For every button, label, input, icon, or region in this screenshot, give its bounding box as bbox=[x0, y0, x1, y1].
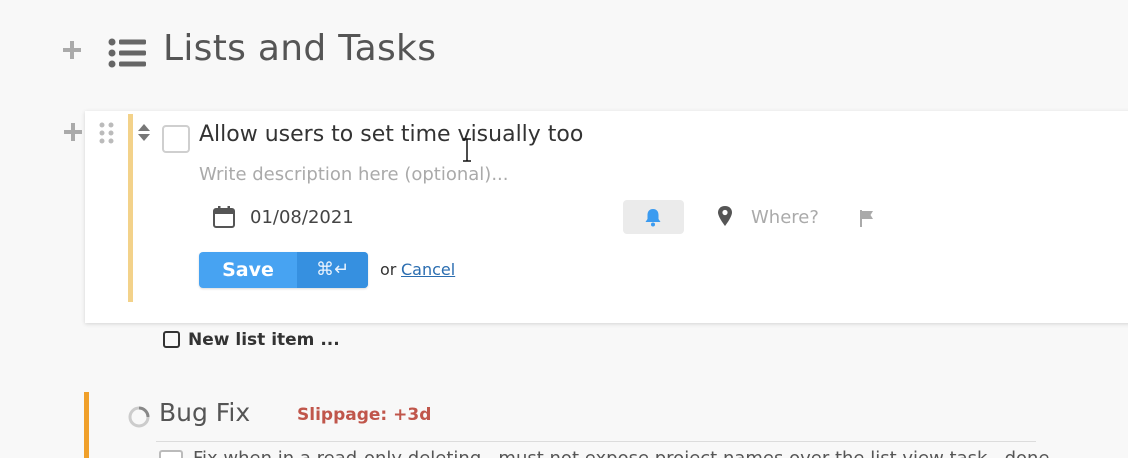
task-checkbox[interactable] bbox=[162, 125, 190, 153]
task-title-input[interactable]: Allow users to set time visually too bbox=[199, 122, 583, 147]
divider bbox=[156, 441, 1036, 442]
task-description-input[interactable] bbox=[199, 164, 599, 185]
cancel-link[interactable]: Cancel bbox=[401, 260, 455, 279]
save-button[interactable]: Save ⌘↵ bbox=[199, 252, 368, 288]
new-item-checkbox-icon bbox=[163, 331, 180, 348]
bell-icon bbox=[645, 209, 661, 227]
map-pin-icon[interactable] bbox=[716, 205, 734, 227]
location-input[interactable] bbox=[751, 207, 841, 228]
list-title-bug-fix[interactable]: Bug Fix bbox=[159, 398, 250, 427]
page: Lists and Tasks Allow users to set time … bbox=[0, 0, 1128, 458]
drag-handle-icon[interactable] bbox=[99, 122, 115, 144]
add-list-plus-icon[interactable] bbox=[60, 38, 84, 62]
new-list-item-input[interactable]: New list item ... bbox=[188, 330, 340, 350]
task-accent-bar bbox=[128, 114, 133, 302]
task-checkbox[interactable] bbox=[159, 450, 183, 458]
list-icon bbox=[108, 38, 146, 68]
task-title[interactable]: Fix when in a read-only deleting...must … bbox=[193, 448, 1050, 458]
save-shortcut-hint: ⌘↵ bbox=[297, 252, 368, 288]
add-item-plus-icon[interactable] bbox=[62, 121, 84, 143]
bug-fix-accent-bar bbox=[84, 392, 89, 458]
text-cursor-icon bbox=[463, 138, 471, 162]
flag-icon[interactable] bbox=[857, 208, 877, 228]
due-date-value[interactable]: 01/08/2021 bbox=[250, 207, 354, 228]
or-text: or bbox=[380, 260, 397, 279]
slippage-badge: Slippage: +3d bbox=[297, 405, 432, 425]
progress-circle-icon bbox=[128, 406, 150, 428]
calendar-icon[interactable] bbox=[212, 205, 236, 229]
sort-arrows-icon[interactable] bbox=[137, 123, 151, 143]
save-button-label: Save bbox=[222, 259, 274, 281]
reminder-button[interactable] bbox=[623, 200, 684, 234]
page-title: Lists and Tasks bbox=[163, 28, 437, 69]
